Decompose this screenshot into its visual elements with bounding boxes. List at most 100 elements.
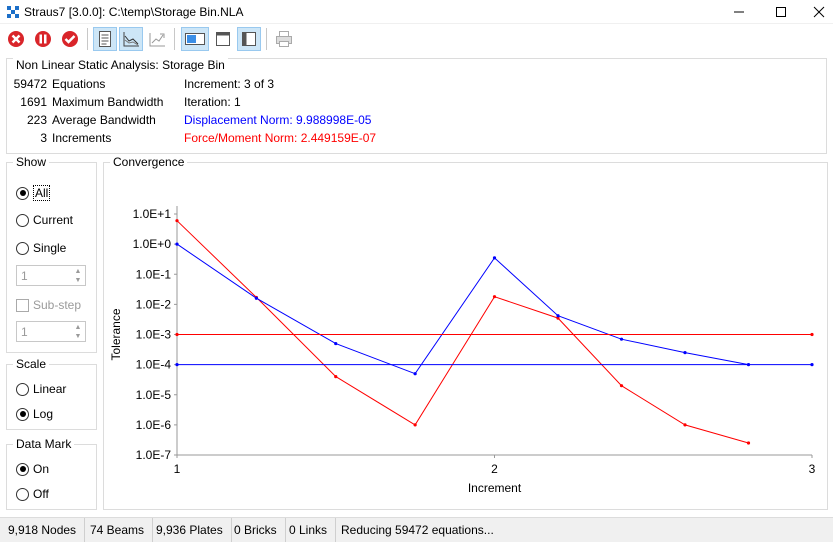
series-3-point <box>810 363 814 367</box>
status-bar: 9,918 Nodes 74 Beams 9,936 Plates 0 Bric… <box>0 517 833 542</box>
radio-dot <box>16 213 29 227</box>
close-button[interactable] <box>796 0 833 24</box>
title-bar: Straus7 [3.0.0]: C:\temp\Storage Bin.NLA <box>0 0 833 24</box>
radio-dot <box>16 407 29 421</box>
spin-up-icon: ▲ <box>74 324 82 331</box>
stop-icon <box>8 31 24 47</box>
convergence-panel: Convergence 1.0E-7 1.0E-6 1.0E-5 1.0E-4 1.0E… <box>103 155 828 510</box>
spin-down-icon: ▼ <box>74 333 82 340</box>
increment-status: Increment: 3 of 3 <box>184 77 275 91</box>
series-1-point <box>175 242 179 246</box>
radio-dot <box>16 487 29 501</box>
layout-top-icon <box>216 32 230 46</box>
series-1-point <box>619 337 624 341</box>
status-bricks: 0 Bricks <box>226 518 286 542</box>
minimize-button[interactable] <box>716 0 762 24</box>
pause-icon <box>35 31 51 47</box>
document-icon <box>99 31 111 47</box>
status-beams: 74 Beams <box>82 518 154 542</box>
pause-button[interactable] <box>31 27 55 51</box>
show-current-radio[interactable]: Current <box>16 213 73 227</box>
series-0-point <box>334 375 338 379</box>
finish-button[interactable] <box>58 27 82 51</box>
force-norm: Force/Moment Norm: 2.449159E-07 <box>184 131 377 145</box>
x-tick-label: 2 <box>491 462 498 476</box>
substep-checkbox[interactable]: Sub-step <box>16 298 81 312</box>
status-plates: 9,936 Plates <box>148 518 232 542</box>
convergence-chart: 1.0E-7 1.0E-6 1.0E-5 1.0E-4 1.0E-3 1.0E-2 1.0E… <box>109 206 816 495</box>
avg-bandwidth-label: Average Bandwidth <box>52 113 156 127</box>
series-0-point <box>492 295 497 299</box>
y-tick-label: 1.0E-1 <box>136 267 172 281</box>
radio-dot <box>16 462 29 476</box>
layout-left-button[interactable] <box>237 27 261 51</box>
increments-value: 3 <box>40 131 47 145</box>
layout-left-icon <box>242 32 256 46</box>
data-mark-on-radio[interactable]: On <box>16 462 49 476</box>
series-0-point <box>619 384 624 388</box>
analysis-info-panel: Non Linear Static Analysis: Storage Bin … <box>6 58 827 154</box>
avg-bandwidth-value: 223 <box>26 113 47 127</box>
series-1-point <box>492 256 497 260</box>
layout-top-button[interactable] <box>211 27 235 51</box>
equations-label: Equations <box>52 77 106 91</box>
single-spinner[interactable]: 1 ▲ ▼ <box>16 265 86 286</box>
chart-icon <box>123 32 139 47</box>
show-group: Show All Current Single 1 ▲ ▼ Sub-step 1… <box>6 155 97 353</box>
y-tick-label: 1.0E-5 <box>136 388 172 402</box>
status-links: 0 Links <box>281 518 337 542</box>
chart-view-button[interactable] <box>119 27 143 51</box>
series-1-point <box>334 341 338 346</box>
y-axis-label: Tolerance <box>109 308 123 360</box>
analysis-heading: Non Linear Static Analysis: Storage Bin <box>13 58 228 72</box>
series-0-point <box>413 423 417 427</box>
y-tick-label: 1.0E-3 <box>136 328 172 342</box>
y-tick-label: 1.0E-6 <box>136 418 172 432</box>
stop-button[interactable] <box>4 27 28 51</box>
series-1-point <box>556 314 560 318</box>
log-view-button[interactable] <box>93 27 117 51</box>
toolbar <box>0 24 833 56</box>
y-tick-label: 1.0E+0 <box>133 237 172 251</box>
series-2-point <box>175 332 179 337</box>
y-tick-label: 1.0E+1 <box>133 207 172 221</box>
scale-log-radio[interactable]: Log <box>16 407 53 421</box>
minimize-icon <box>734 11 744 13</box>
substep-spinner[interactable]: 1 ▲ ▼ <box>16 321 86 342</box>
x-tick-label: 1 <box>174 462 181 476</box>
window-title: Straus7 [3.0.0]: C:\temp\Storage Bin.NLA <box>24 5 244 19</box>
x-axis-label: Increment <box>468 481 522 495</box>
x-tick-label: 3 <box>809 462 816 476</box>
app-icon <box>7 6 19 18</box>
series-2-point <box>810 332 814 337</box>
series-3-point <box>175 363 179 367</box>
series-1-point <box>254 296 258 300</box>
print-button[interactable] <box>272 27 296 51</box>
scale-group: Scale Linear Log <box>6 357 97 430</box>
series-0-point <box>746 441 751 445</box>
series-0-point <box>683 423 687 427</box>
status-nodes: 9,918 Nodes <box>0 518 86 542</box>
show-single-radio[interactable]: Single <box>16 241 66 255</box>
show-all-radio[interactable]: All <box>16 185 51 201</box>
spin-down-icon: ▼ <box>74 277 82 284</box>
displacement-norm: Displacement Norm: 9.988998E-05 <box>184 113 372 127</box>
layout-horizontal-icon <box>185 33 205 45</box>
y-tick-label: 1.0E-4 <box>136 358 172 372</box>
chart-export-icon <box>149 33 165 47</box>
data-mark-title: Data Mark <box>13 437 75 451</box>
layout-horizontal-button[interactable] <box>181 27 209 51</box>
status-message: Reducing 59472 equations... <box>341 523 494 537</box>
series-0-point <box>175 219 179 223</box>
data-mark-group: Data Mark On Off <box>6 437 97 510</box>
y-tick-label: 1.0E-2 <box>136 297 172 311</box>
iteration-status: Iteration: 1 <box>184 95 241 109</box>
data-mark-off-radio[interactable]: Off <box>16 487 49 501</box>
y-tick-label: 1.0E-7 <box>136 448 172 462</box>
series-0-line <box>176 220 749 444</box>
scale-linear-radio[interactable]: Linear <box>16 382 66 396</box>
maximize-icon <box>776 7 786 17</box>
max-bandwidth-value: 1691 <box>20 95 47 109</box>
chart-export-button[interactable] <box>145 27 169 51</box>
radio-dot <box>16 186 29 200</box>
